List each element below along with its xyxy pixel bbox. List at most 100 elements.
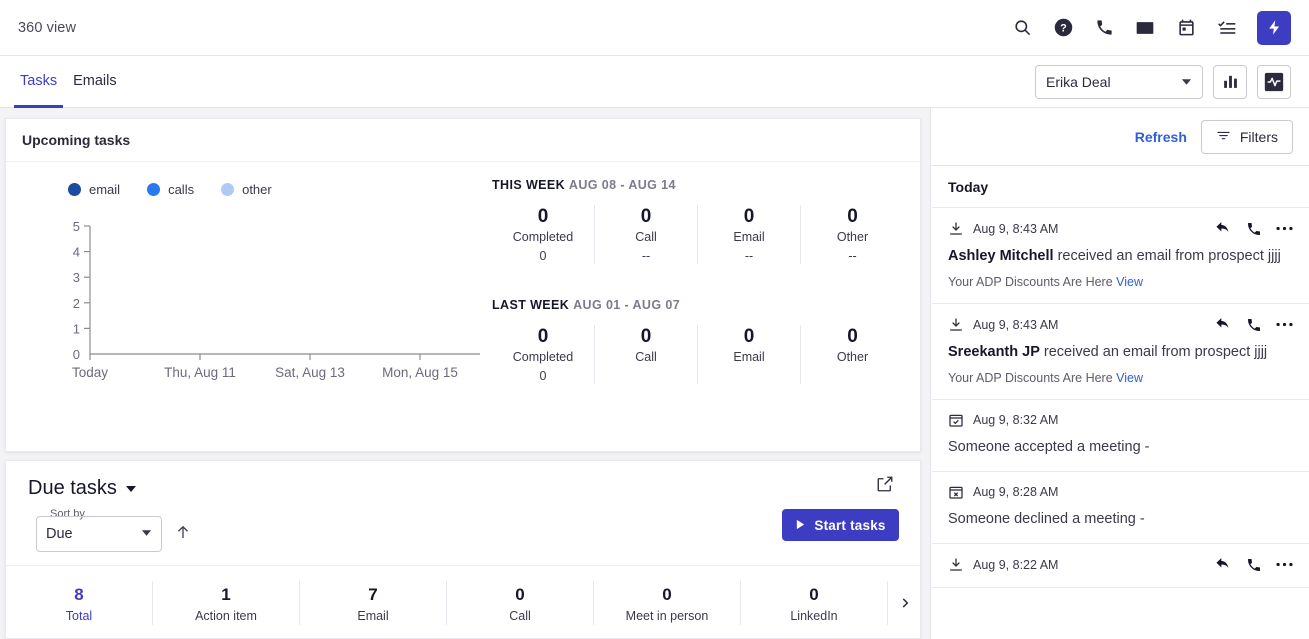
person-select-value: Erika Deal bbox=[1046, 73, 1111, 90]
stat-last-week-completed[interactable]: 0 Completed 0 bbox=[492, 325, 595, 384]
feed-item-text: Someone declined a meeting - bbox=[948, 510, 1293, 529]
sort-direction-button[interactable] bbox=[174, 523, 192, 546]
bar-chart-button[interactable] bbox=[1213, 64, 1247, 99]
filter-icon bbox=[1216, 128, 1231, 146]
chart-legend: email calls other bbox=[68, 182, 272, 197]
last-week-stats: 0 Completed 0 0 Call 0 Email 0 Other bbox=[492, 325, 904, 384]
list-item[interactable]: Aug 9, 8:28 AM Someone declined a meetin… bbox=[932, 472, 1309, 544]
stat-label: Other bbox=[836, 350, 869, 364]
view-link[interactable]: View bbox=[1116, 275, 1143, 289]
due-stat-call[interactable]: 0 Call bbox=[447, 580, 594, 625]
due-stat-label: Call bbox=[509, 608, 531, 623]
this-week-stats: 0 Completed 0 0 Call -- 0 Email -- 0 Oth… bbox=[492, 205, 904, 264]
svg-text:Thu, Aug 11: Thu, Aug 11 bbox=[164, 365, 236, 380]
feed-item-text: Sreekanth JP received an email from pros… bbox=[948, 343, 1293, 362]
filters-button[interactable]: Filters bbox=[1200, 119, 1293, 154]
list-item[interactable]: Aug 9, 8:22 AM bbox=[932, 544, 1309, 588]
stat-value: 0 bbox=[537, 206, 549, 227]
sort-by-select[interactable]: Due bbox=[36, 516, 162, 552]
help-icon[interactable]: ? bbox=[1048, 13, 1078, 43]
stat-label: Completed bbox=[512, 230, 574, 244]
inbox-download-icon bbox=[948, 317, 964, 333]
tasks-list-icon[interactable] bbox=[1212, 13, 1242, 43]
phone-icon[interactable] bbox=[1246, 221, 1262, 237]
filters-label: Filters bbox=[1239, 128, 1278, 145]
this-week-label: THIS WEEK bbox=[492, 178, 566, 192]
more-options-icon[interactable] bbox=[1276, 322, 1293, 327]
stat-sub: -- bbox=[641, 249, 651, 263]
activity-panel-header: Refresh Filters bbox=[932, 108, 1309, 166]
tab-tasks[interactable]: Tasks bbox=[12, 56, 65, 108]
due-stat-action-item[interactable]: 1 Action item bbox=[153, 580, 300, 625]
feed-item-time: Aug 9, 8:43 AM bbox=[973, 221, 1059, 236]
top-bar-icons: ? bbox=[1007, 10, 1309, 45]
stat-this-week-call[interactable]: 0 Call -- bbox=[595, 205, 698, 264]
due-tasks-title[interactable]: Due tasks bbox=[28, 477, 137, 500]
due-stat-linkedin[interactable]: 0 LinkedIn bbox=[741, 580, 888, 625]
stat-value: 0 bbox=[847, 206, 858, 227]
phone-icon[interactable] bbox=[1089, 13, 1119, 43]
reply-icon[interactable] bbox=[1215, 556, 1232, 573]
stat-this-week-email[interactable]: 0 Email -- bbox=[698, 205, 801, 264]
search-icon[interactable] bbox=[1007, 13, 1037, 43]
stat-label: Email bbox=[733, 350, 765, 364]
svg-text:Mon, Aug 15: Mon, Aug 15 bbox=[382, 365, 458, 380]
stat-last-week-other[interactable]: 0 Other bbox=[801, 325, 904, 384]
legend-item-other[interactable]: other bbox=[221, 182, 272, 197]
mail-icon[interactable] bbox=[1130, 13, 1160, 43]
upcoming-tasks-body: email calls other 5 4 3 2 1 0 Today Thu,… bbox=[6, 162, 920, 452]
phone-icon[interactable] bbox=[1246, 557, 1262, 573]
person-select[interactable]: Erika Deal bbox=[1035, 64, 1203, 99]
stat-this-week-other[interactable]: 0 Other -- bbox=[801, 205, 904, 264]
list-item[interactable]: Aug 9, 8:43 AM Sreekanth JP received an … bbox=[932, 304, 1309, 400]
calendar-icon[interactable] bbox=[1171, 13, 1201, 43]
due-stats-next-button[interactable] bbox=[888, 596, 922, 610]
list-item[interactable]: Aug 9, 8:32 AM Someone accepted a meetin… bbox=[932, 400, 1309, 472]
due-tasks-panel: Due tasks Sort by Due Start tasks 8 Tota… bbox=[5, 460, 922, 639]
more-options-icon[interactable] bbox=[1276, 226, 1293, 231]
legend-item-calls[interactable]: calls bbox=[147, 182, 194, 197]
start-tasks-button[interactable]: Start tasks bbox=[782, 509, 899, 541]
more-options-icon[interactable] bbox=[1276, 562, 1293, 567]
feed-item-body: Someone declined a meeting - bbox=[948, 511, 1145, 527]
due-stat-email[interactable]: 7 Email bbox=[300, 580, 447, 625]
open-external-icon[interactable] bbox=[876, 475, 894, 498]
inbox-download-icon bbox=[948, 221, 964, 237]
stat-last-week-email[interactable]: 0 Email bbox=[698, 325, 801, 384]
svg-text:5: 5 bbox=[73, 219, 80, 234]
reply-icon[interactable] bbox=[1215, 316, 1232, 333]
phone-icon[interactable] bbox=[1246, 317, 1262, 333]
due-stat-label: Email bbox=[357, 608, 389, 623]
view-link[interactable]: View bbox=[1116, 371, 1143, 385]
feed-item-subtext: Your ADP Discounts Are Here View bbox=[948, 275, 1293, 289]
this-week-block: THIS WEEK AUG 08 - AUG 14 0 Completed 0 … bbox=[492, 178, 904, 264]
reply-icon[interactable] bbox=[1215, 220, 1232, 237]
stat-last-week-call[interactable]: 0 Call bbox=[595, 325, 698, 384]
due-stat-meet-in-person[interactable]: 0 Meet in person bbox=[594, 580, 741, 625]
due-stat-label: Action item bbox=[195, 608, 257, 623]
due-stat-value: 8 bbox=[74, 584, 84, 604]
feed-item-time: Aug 9, 8:28 AM bbox=[973, 485, 1059, 499]
lightning-bolt-button[interactable] bbox=[1257, 10, 1291, 45]
left-column: Upcoming tasks email calls other 5 4 3 2… bbox=[0, 108, 931, 639]
last-week-range: AUG 01 - AUG 07 bbox=[573, 298, 681, 312]
tab-bar-actions: Erika Deal bbox=[1035, 64, 1309, 99]
stat-this-week-completed[interactable]: 0 Completed 0 bbox=[492, 205, 595, 264]
feed-item-time: Aug 9, 8:43 AM bbox=[973, 317, 1059, 332]
legend-item-email[interactable]: email bbox=[68, 182, 120, 197]
legend-label-email: email bbox=[89, 182, 121, 197]
play-icon bbox=[795, 518, 806, 533]
stat-value: 0 bbox=[743, 206, 755, 227]
list-item[interactable]: Aug 9, 8:43 AM Ashley Mitchell received … bbox=[932, 208, 1309, 304]
svg-text:?: ? bbox=[1060, 23, 1067, 35]
stat-value: 0 bbox=[640, 326, 652, 347]
due-stat-total[interactable]: 8 Total bbox=[6, 580, 153, 625]
activity-panel: Refresh Filters Today Aug 9, 8:43 AM Ash… bbox=[932, 108, 1309, 639]
tab-list: Tasks Emails bbox=[0, 56, 125, 108]
activity-monitor-button[interactable] bbox=[1257, 64, 1291, 99]
tab-emails[interactable]: Emails bbox=[65, 56, 125, 108]
start-tasks-label: Start tasks bbox=[814, 517, 886, 533]
refresh-button[interactable]: Refresh bbox=[1135, 129, 1187, 145]
feed-item-actions bbox=[1215, 556, 1293, 573]
feed-item-subject: Your ADP Discounts Are Here bbox=[948, 275, 1113, 289]
